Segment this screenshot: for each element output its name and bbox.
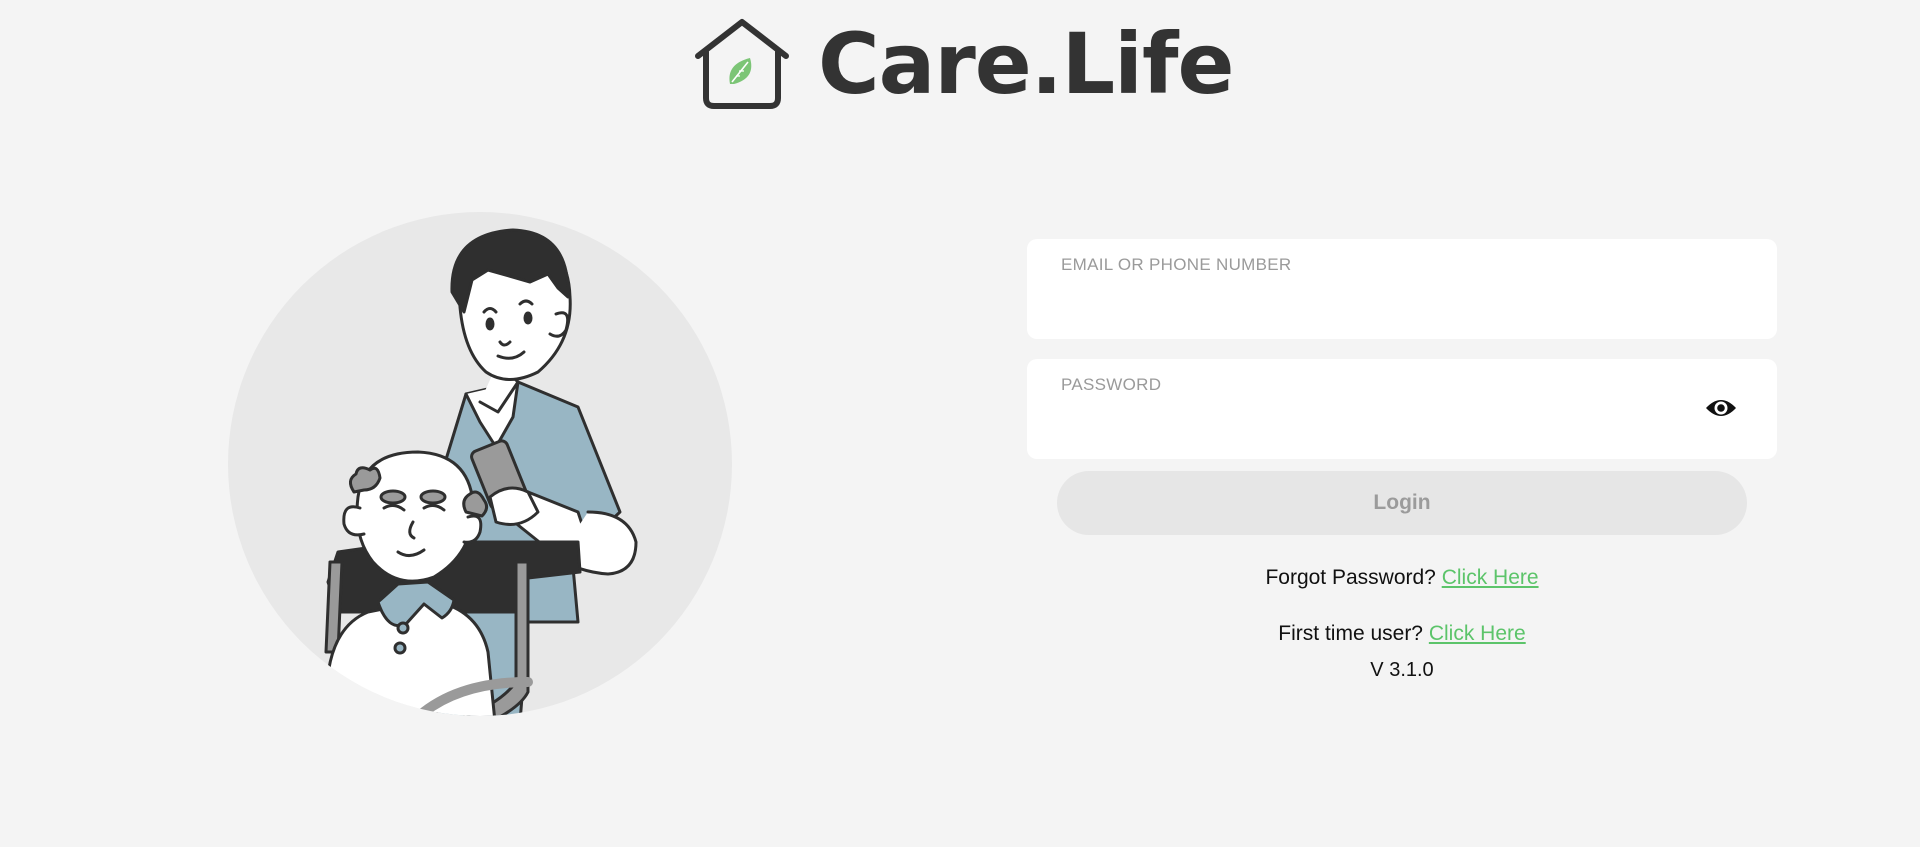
forgot-password-text: Forgot Password?: [1265, 566, 1436, 589]
email-field[interactable]: EMAIL OR PHONE NUMBER: [1027, 239, 1777, 339]
brand-name: Care.Life: [818, 15, 1234, 113]
password-label: PASSWORD: [1061, 375, 1162, 394]
login-form: EMAIL OR PHONE NUMBER PASSWORD Login For…: [1027, 239, 1777, 681]
brand-logo: Care.Life: [690, 15, 1234, 113]
password-input[interactable]: [1061, 411, 1697, 443]
version-label: V 3.1.0: [1370, 659, 1434, 681]
first-time-user-link[interactable]: Click Here: [1429, 622, 1526, 645]
email-label: EMAIL OR PHONE NUMBER: [1061, 255, 1292, 274]
caregiver-illustration: [228, 212, 732, 716]
forgot-password-row: Forgot Password? Click Here: [1027, 561, 1777, 595]
forgot-password-link[interactable]: Click Here: [1442, 566, 1539, 589]
eye-icon[interactable]: [1705, 396, 1737, 420]
password-field[interactable]: PASSWORD: [1027, 359, 1777, 459]
login-page: Care.Life EMAIL OR PHONE NUMBER PASSWORD…: [0, 0, 1920, 847]
login-button[interactable]: Login: [1057, 471, 1747, 535]
help-links: Forgot Password? Click Here First time u…: [1027, 561, 1777, 685]
house-leaf-icon: [695, 19, 789, 109]
first-time-user-row: First time user? Click Here: [1027, 617, 1777, 651]
email-input[interactable]: [1061, 291, 1697, 323]
first-time-user-text: First time user?: [1278, 622, 1423, 645]
